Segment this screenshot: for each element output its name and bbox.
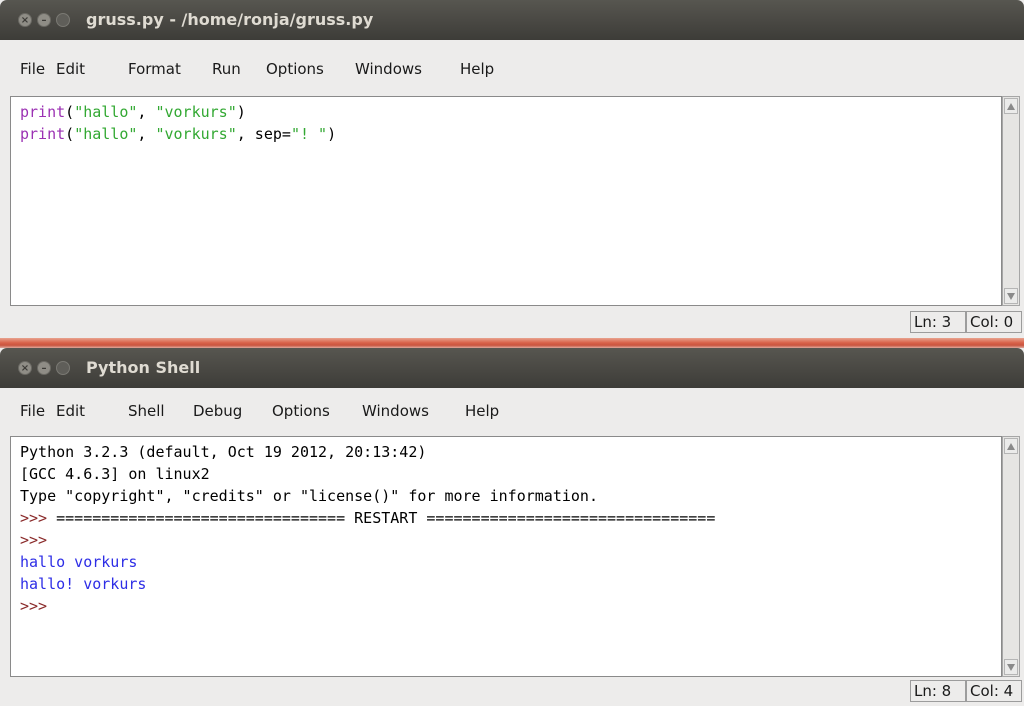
shell-line: [GCC 4.6.3] on linux2: [20, 463, 1001, 485]
minimize-icon[interactable]: –: [37, 13, 51, 27]
shell-line: Type "copyright", "credits" or "license(…: [20, 485, 1001, 507]
scroll-up-icon[interactable]: [1004, 438, 1018, 454]
code-token: Python 3.2.3 (default, Oct 19 2012, 20:1…: [20, 443, 427, 461]
code-token: "! ": [290, 125, 328, 143]
shell-line: hallo vorkurs: [20, 551, 1001, 573]
menu-options[interactable]: Options: [272, 402, 330, 420]
menu-debug[interactable]: Debug: [193, 402, 242, 420]
menu-windows[interactable]: Windows: [362, 402, 429, 420]
code-token: , sep=: [236, 125, 291, 143]
code-token: hallo vorkurs: [20, 553, 138, 571]
code-token: >>>: [20, 597, 57, 615]
shell-line: >>>: [20, 529, 1001, 551]
shell-menubar: File Edit Shell Debug Options Windows He…: [0, 388, 1024, 440]
code-token: (: [65, 125, 75, 143]
menu-help[interactable]: Help: [460, 60, 494, 78]
editor-titlebar[interactable]: × – gruss.py - /home/ronja/gruss.py: [0, 0, 1024, 40]
editor-text-area[interactable]: print("hallo", "vorkurs") print("hallo", …: [10, 96, 1002, 306]
code-token: ================================ RESTART…: [56, 509, 716, 527]
scroll-down-icon[interactable]: [1004, 659, 1018, 675]
menu-options[interactable]: Options: [266, 60, 324, 78]
code-token: "hallo": [74, 125, 138, 143]
code-token: hallo! vorkurs: [20, 575, 147, 593]
code-token: >>>: [20, 509, 57, 527]
code-token: "hallo": [74, 103, 138, 121]
scroll-down-icon[interactable]: [1004, 288, 1018, 304]
code-token: >>>: [20, 531, 57, 549]
code-token: ,: [137, 103, 156, 121]
maximize-icon[interactable]: [56, 361, 70, 375]
menu-format[interactable]: Format: [128, 60, 181, 78]
menu-edit[interactable]: Edit: [56, 60, 85, 78]
shell-line: >>> ================================ RES…: [20, 507, 1001, 529]
menu-file[interactable]: File: [20, 402, 45, 420]
scroll-up-icon[interactable]: [1004, 98, 1018, 114]
shell-scrollbar[interactable]: [1002, 436, 1020, 677]
shell-line-status: Ln: 8: [910, 680, 966, 702]
shell-line: >>>: [20, 595, 1001, 617]
editor-window: × – gruss.py - /home/ronja/gruss.py File…: [0, 0, 1024, 340]
menu-help[interactable]: Help: [465, 402, 499, 420]
shell-title: Python Shell: [86, 358, 201, 377]
menu-run[interactable]: Run: [212, 60, 241, 78]
code-token: "vorkurs": [155, 103, 237, 121]
editor-menubar: File Edit Format Run Options Windows Hel…: [0, 40, 1024, 92]
code-token: ,: [137, 125, 156, 143]
editor-line-status: Ln: 3: [910, 311, 966, 333]
editor-scrollbar[interactable]: [1002, 96, 1020, 306]
code-line: print("hallo", "vorkurs", sep="! "): [20, 123, 1001, 145]
close-icon[interactable]: ×: [18, 361, 32, 375]
menu-edit[interactable]: Edit: [56, 402, 85, 420]
code-token: (: [65, 103, 75, 121]
shell-line: hallo! vorkurs: [20, 573, 1001, 595]
shell-line: Python 3.2.3 (default, Oct 19 2012, 20:1…: [20, 441, 1001, 463]
code-token: print: [20, 125, 66, 143]
code-token: ): [236, 103, 246, 121]
code-token: ): [327, 125, 337, 143]
code-token: print: [20, 103, 66, 121]
code-token: [GCC 4.6.3] on linux2: [20, 465, 210, 483]
close-icon[interactable]: ×: [18, 13, 32, 27]
code-line: print("hallo", "vorkurs"): [20, 101, 1001, 123]
shell-titlebar[interactable]: × – Python Shell: [0, 348, 1024, 388]
code-token: "vorkurs": [155, 125, 237, 143]
menu-shell[interactable]: Shell: [128, 402, 165, 420]
shell-column-status: Col: 4: [966, 680, 1022, 702]
maximize-icon[interactable]: [56, 13, 70, 27]
code-token: Type "copyright", "credits" or "license(…: [20, 487, 598, 505]
menu-windows[interactable]: Windows: [355, 60, 422, 78]
minimize-icon[interactable]: –: [37, 361, 51, 375]
shell-output-area[interactable]: Python 3.2.3 (default, Oct 19 2012, 20:1…: [10, 436, 1002, 677]
menu-file[interactable]: File: [20, 60, 45, 78]
editor-title: gruss.py - /home/ronja/gruss.py: [86, 10, 374, 29]
shell-window: × – Python Shell File Edit Shell Debug O…: [0, 348, 1024, 706]
editor-column-status: Col: 0: [966, 311, 1022, 333]
